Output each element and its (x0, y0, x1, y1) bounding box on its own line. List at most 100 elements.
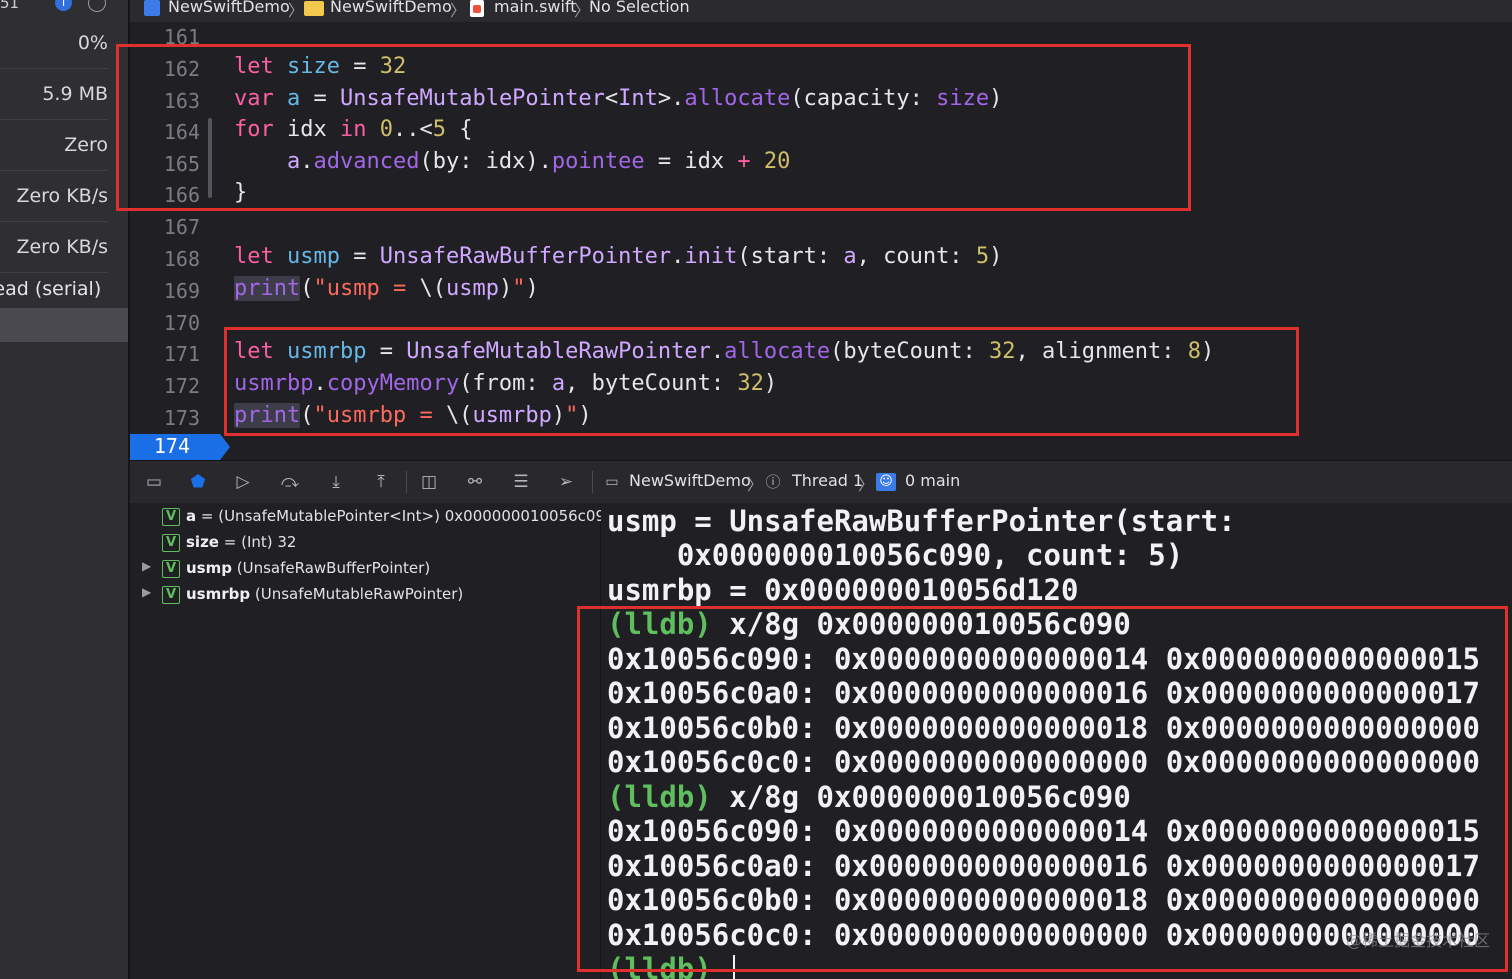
thread-row[interactable]: read (serial) (0, 274, 128, 306)
line-number: 171 (163, 342, 200, 366)
jump-bar: NewSwiftDemo 〉 NewSwiftDemo 〉 main.swift… (130, 0, 1512, 23)
divider (406, 471, 407, 493)
variable-detail: = (Int) 32 (218, 533, 297, 551)
process-count: 51 (0, 0, 20, 12)
breadcrumb-file[interactable]: main.swift (494, 0, 577, 16)
console-line: usmrbp = 0x000000010056d120 (607, 573, 1079, 607)
line-number: 164 (163, 120, 200, 144)
variable-name: size (186, 533, 219, 551)
debug-frame[interactable]: 0 main (905, 471, 960, 490)
step-into-icon[interactable]: ⤓ (326, 473, 346, 491)
line-number: 169 (163, 279, 200, 303)
chevron-right-icon: 〉 (747, 475, 764, 494)
breadcrumb-project[interactable]: NewSwiftDemo (168, 0, 290, 16)
variables-view[interactable]: V a = (UnsafeMutablePointer<Int>) 0x0000… (130, 503, 615, 979)
chevron-right-icon: 〉 (574, 1, 591, 20)
line-number: 162 (163, 57, 200, 81)
disk-gauge[interactable]: Zero KB/s (0, 171, 108, 222)
variable-name: usmp (186, 559, 232, 577)
console-line: 0x10056c0b0: 0x0000000000000018 0x000000… (607, 883, 1480, 917)
breakpoints-toggle-icon[interactable]: ⬟ (188, 473, 208, 491)
code-line-171[interactable]: let usmrbp = UnsafeMutableRawPointer.all… (234, 339, 1214, 364)
debug-bar: ▭ ⬟ ▷ ⤼ ⤓ ⤒ ◫ ⚯ ☰ ➢ ▭ NewSwiftDemo 〉 ⓘ T… (130, 460, 1512, 504)
thread-label: read (serial) (0, 278, 102, 300)
breadcrumb-selection[interactable]: No Selection (589, 0, 690, 16)
memory-gauge[interactable]: 5.9 MB (0, 69, 108, 120)
code-line-172[interactable]: usmrbp.copyMemory(from: a, byteCount: 32… (234, 371, 777, 396)
code-line-166[interactable]: } (234, 180, 247, 205)
navigator-header: 51 i (0, 0, 128, 18)
debug-target[interactable]: NewSwiftDemo (629, 471, 751, 490)
code-line-165[interactable]: a.advanced(by: idx).pointee = idx + 20 (234, 149, 790, 174)
text-cursor (733, 955, 735, 979)
console-lldb-command: (lldb) x/8g 0x000000010056c090 (607, 780, 1131, 814)
code-line-164[interactable]: for idx in 0..<5 { (234, 117, 472, 142)
disclosure-triangle-icon[interactable]: ▶ (142, 559, 151, 573)
console-line: 0x10056c0a0: 0x0000000000000016 0x000000… (607, 849, 1480, 883)
energy-value: Zero (64, 134, 108, 156)
code-line-169[interactable]: print("usmp = \(usmp)") (234, 276, 539, 301)
code-line-163[interactable]: var a = UnsafeMutablePointer<Int>.alloca… (234, 86, 1002, 111)
code-line-168[interactable]: let usmp = UnsafeRawBufferPointer.init(s… (234, 244, 1002, 269)
line-number: 170 (163, 311, 200, 335)
code-line-162[interactable]: let size = 32 (234, 54, 406, 79)
line-number: 172 (163, 374, 200, 398)
variable-badge-icon: V (162, 586, 180, 604)
variable-detail: (UnsafeRawBufferPointer) (231, 559, 431, 577)
line-number: 161 (163, 25, 200, 49)
variable-name: usmrbp (186, 585, 251, 603)
hide-debug-area-icon[interactable]: ▭ (144, 473, 164, 491)
variable-badge-icon: V (162, 560, 180, 578)
variable-name: a (186, 507, 197, 525)
variable-detail: = (UnsafeMutablePointer<Int>) 0x00000001… (196, 507, 615, 525)
info-icon[interactable]: i (55, 0, 72, 11)
swift-file-icon (470, 0, 484, 17)
line-number-gutter[interactable]: 161 162 163 164 165 166 167 168 169 170 … (130, 22, 230, 460)
cpu-value: 0% (77, 32, 108, 54)
cpu-gauge[interactable]: 0% (0, 18, 108, 69)
chevron-right-icon: 〉 (450, 1, 467, 20)
energy-gauge[interactable]: Zero (0, 120, 108, 171)
breadcrumb-group[interactable]: NewSwiftDemo (330, 0, 452, 16)
continue-icon[interactable]: ▷ (233, 473, 253, 491)
chevron-right-icon: 〉 (288, 1, 305, 20)
watermark: @稀土掘金技术社区 (1345, 931, 1490, 950)
line-number: 167 (163, 215, 200, 239)
current-line-indicator[interactable]: 174 (130, 434, 230, 460)
line-number: 173 (163, 406, 200, 430)
disclosure-triangle-icon[interactable]: ▶ (142, 585, 151, 599)
view-hierarchy-icon[interactable]: ◫ (419, 473, 439, 491)
console-line: 0x10056c0c0: 0x0000000000000000 0x000000… (607, 745, 1480, 779)
console-line: usmp = UnsafeRawBufferPointer(start: (607, 504, 1236, 538)
lldb-prompt: (lldb) (607, 952, 712, 979)
console-lldb-command: (lldb) x/8g 0x000000010056c090 (607, 607, 1131, 641)
selected-frame-row[interactable] (0, 308, 128, 342)
network-value: Zero KB/s (16, 236, 108, 258)
code-fold-ribbon[interactable] (208, 118, 212, 198)
user-frame-icon: ☺ (876, 473, 896, 491)
memory-graph-icon[interactable]: ⚯ (465, 473, 485, 491)
console-input-line[interactable]: (lldb) (607, 952, 729, 979)
debug-thread[interactable]: Thread 1 (792, 471, 863, 490)
thread-icon: ⓘ (765, 473, 781, 491)
simulate-location-icon[interactable]: ➢ (556, 473, 576, 491)
console-line: 0x000000010056c090, count: 5) (607, 538, 1184, 572)
network-gauge[interactable]: Zero KB/s (0, 222, 108, 273)
console-line: 0x10056c090: 0x0000000000000014 0x000000… (607, 642, 1480, 676)
console-line: 0x10056c090: 0x0000000000000014 0x000000… (607, 814, 1480, 848)
environment-overrides-icon[interactable]: ☰ (511, 473, 531, 491)
variable-badge-icon: V (162, 508, 180, 526)
step-over-icon[interactable]: ⤼ (280, 473, 300, 491)
console-output[interactable]: usmp = UnsafeRawBufferPointer(start: 0x0… (601, 503, 1512, 979)
code-line-173[interactable]: print("usmrbp = \(usmrbp)") (234, 403, 592, 428)
source-editor[interactable]: 161 162 163 164 165 166 167 168 169 170 … (130, 22, 1512, 460)
project-icon (144, 0, 160, 16)
step-out-icon[interactable]: ⤒ (371, 473, 391, 491)
line-number: 166 (163, 183, 200, 207)
memory-value: 5.9 MB (42, 83, 108, 105)
line-number: 168 (163, 247, 200, 271)
debug-navigator: 51 i 0% 5.9 MB Zero Zero KB/s Zero KB/s … (0, 0, 130, 979)
variable-detail: (UnsafeMutableRawPointer) (250, 585, 464, 603)
thread-icon[interactable] (88, 0, 106, 12)
lldb-prompt: (lldb) (607, 780, 712, 814)
